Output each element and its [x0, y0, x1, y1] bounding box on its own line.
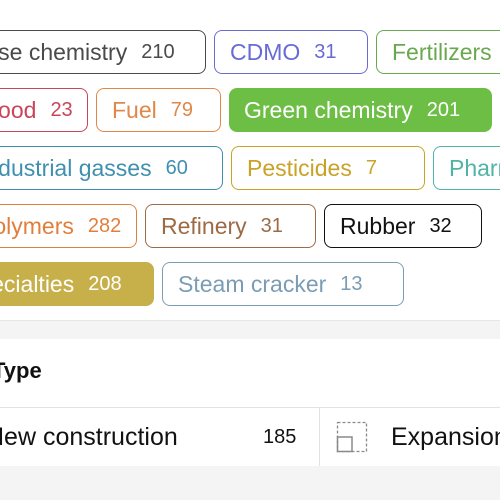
expansion-icon: [336, 421, 368, 453]
tag-fertilizers[interactable]: Fertilizers: [376, 30, 500, 74]
tag-count: 79: [170, 98, 193, 121]
tag-count: 282: [87, 214, 122, 237]
tag-label: Green chemistry: [244, 96, 413, 123]
tag-count: 31: [314, 40, 337, 63]
tag-specialties[interactable]: Specialties 208: [0, 262, 154, 306]
tag-label: Food: [0, 96, 37, 123]
type-option-expansion[interactable]: Expansion: [320, 408, 500, 466]
tag-label: Industrial gasses: [0, 154, 152, 181]
tag-count: 210: [141, 40, 175, 63]
tag-industrial-gasses[interactable]: Industrial gasses 60: [0, 146, 223, 190]
tag-label: Fertilizers: [392, 38, 492, 65]
tag-count: 208: [88, 272, 122, 295]
tag-count: 13: [340, 272, 363, 295]
tag-cdmo[interactable]: CDMO 31: [214, 30, 368, 74]
tag-label: Rubber: [340, 212, 416, 239]
tag-label: Fuel: [112, 96, 157, 123]
type-section-title: Type: [0, 358, 42, 383]
tag-count: 23: [50, 98, 73, 121]
tag-count: 32: [429, 214, 452, 237]
bottom-area: [0, 466, 500, 500]
tag-base-chemistry[interactable]: Base chemistry 210: [0, 30, 206, 74]
tag-label: Steam cracker: [178, 270, 327, 297]
tag-food[interactable]: Food 23: [0, 88, 88, 132]
type-option-label: New construction: [0, 422, 178, 451]
tag-refinery[interactable]: Refinery 31: [145, 204, 316, 248]
tag-count: 7: [365, 156, 377, 179]
tag-label: Pharma: [449, 154, 500, 181]
tag-label: Polymers: [0, 212, 74, 239]
tag-green-chemistry[interactable]: Green chemistry 201: [229, 88, 492, 132]
tag-label: CDMO: [230, 38, 301, 65]
type-filter-row: New construction 185 Expansion: [0, 407, 500, 467]
tag-rubber[interactable]: Rubber 32: [324, 204, 482, 248]
type-option-label: Expansion: [391, 422, 500, 451]
tag-label: Specialties: [0, 270, 75, 297]
tag-fuel[interactable]: Fuel 79: [96, 88, 221, 132]
tag-label: Pesticides: [247, 154, 352, 181]
tag-label: Refinery: [161, 212, 247, 239]
section-divider: [0, 320, 500, 339]
sector-tag-cloud: Base chemistry 210 CDMO 31 Fertilizers F…: [0, 0, 500, 320]
type-option-count: 185: [263, 425, 297, 448]
tag-steam-cracker[interactable]: Steam cracker 13: [162, 262, 404, 306]
tag-label: Base chemistry: [0, 38, 128, 65]
tag-count: 60: [165, 156, 188, 179]
tag-polymers[interactable]: Polymers 282: [0, 204, 137, 248]
tag-pharma[interactable]: Pharma: [433, 146, 500, 190]
tag-pesticides[interactable]: Pesticides 7: [231, 146, 425, 190]
tag-count: 201: [426, 98, 461, 121]
type-option-new-construction[interactable]: New construction 185: [0, 408, 319, 466]
tag-count: 31: [260, 214, 283, 237]
